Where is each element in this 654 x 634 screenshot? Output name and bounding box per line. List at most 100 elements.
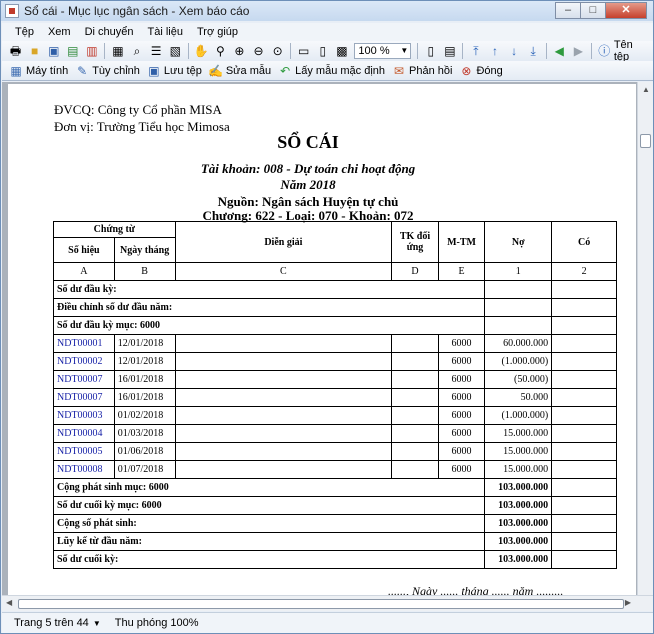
desc-cell: [174, 406, 393, 425]
chevron-down-icon[interactable]: ▼: [93, 619, 101, 628]
code-cell: 2: [551, 262, 617, 281]
edit-template-button[interactable]: ✍ Sửa mẫu: [206, 63, 271, 79]
save-icon[interactable]: ▣: [46, 43, 61, 59]
page-width-icon[interactable]: ▭: [296, 43, 311, 59]
page-setup-icon[interactable]: ▧: [168, 43, 183, 59]
voucher-link[interactable]: NDT00004: [53, 424, 115, 443]
separator: [104, 43, 106, 59]
whole-page-icon[interactable]: ▯: [315, 43, 330, 59]
desc-cell: [174, 352, 393, 371]
multi-page-icon[interactable]: ▩: [334, 43, 349, 59]
date-cell: 01/07/2018: [113, 460, 176, 479]
app-icon: [5, 4, 19, 18]
vertical-scroll-thumb[interactable]: [640, 134, 651, 148]
voucher-link[interactable]: NDT00003: [53, 406, 115, 425]
file-name-button[interactable]: ⓘ Tên tệp: [595, 39, 649, 63]
code-cell: D: [391, 262, 439, 281]
voucher-link[interactable]: NDT00007: [53, 388, 115, 407]
default-template-label: Lấy mẫu mặc định: [295, 64, 386, 77]
summary-debit: 103.000.000: [484, 478, 553, 497]
export-icon[interactable]: ▤: [65, 43, 80, 59]
voucher-link[interactable]: NDT00005: [53, 442, 115, 461]
feedback-button[interactable]: ✉ Phản hồi: [389, 63, 452, 79]
mtm-cell: 6000: [437, 352, 486, 371]
account-cell: [391, 352, 439, 371]
credit-cell: [551, 460, 617, 479]
zoom-page-icon[interactable]: ⊙: [270, 43, 285, 59]
dvcq-line: ĐVCQ: Công ty Cổ phần MISA: [54, 102, 222, 117]
next-page-icon[interactable]: ↓: [507, 43, 522, 59]
credit-cell: [551, 370, 617, 389]
summary-row: Cộng phát sinh mục: 6000 103.000.000: [52, 478, 617, 497]
empty-cell: [551, 298, 617, 317]
back-icon[interactable]: ◀: [552, 43, 567, 59]
open-folder-icon[interactable]: ■: [27, 43, 42, 59]
horizontal-scroll-thumb[interactable]: [18, 599, 624, 609]
menu-tep[interactable]: Tệp: [8, 26, 41, 38]
scroll-right-icon[interactable]: ▶: [625, 598, 631, 607]
two-page-icon[interactable]: ▤: [442, 43, 457, 59]
single-page-icon[interactable]: ▯: [423, 43, 438, 59]
account-cell: [391, 442, 439, 461]
credit-cell: [551, 388, 617, 407]
calculator-label: Máy tính: [26, 64, 69, 77]
voucher-link[interactable]: NDT00001: [53, 334, 115, 353]
print-icon[interactable]: 🖶: [8, 43, 23, 59]
window-controls: – □ ✕: [555, 2, 647, 19]
close-report-button[interactable]: ⊗ Đóng: [456, 63, 502, 79]
mtm-cell: 6000: [437, 388, 486, 407]
close-button[interactable]: ✕: [605, 2, 647, 19]
find-icon[interactable]: ⌕: [130, 43, 145, 59]
grid-view-icon[interactable]: ▦: [110, 43, 125, 59]
zoom-out-icon[interactable]: ⊖: [251, 43, 266, 59]
last-page-icon[interactable]: ⤓: [526, 43, 541, 59]
hand-tool-icon[interactable]: ✋: [194, 43, 209, 59]
minimize-button[interactable]: –: [555, 2, 581, 19]
calculator-button[interactable]: ▦ Máy tính: [6, 63, 68, 79]
save-file-button[interactable]: ▣ Lưu tệp: [144, 63, 202, 79]
zoom-in-icon[interactable]: ⊕: [232, 43, 247, 59]
magnifier-icon[interactable]: ⚲: [213, 43, 228, 59]
voucher-link[interactable]: NDT00007: [53, 370, 115, 389]
scroll-up-icon[interactable]: ▲: [638, 82, 653, 98]
credit-cell: [551, 514, 617, 533]
close-report-icon: ⊗: [461, 63, 472, 78]
pdf-icon[interactable]: ▥: [84, 43, 99, 59]
zoom-combo[interactable]: 100 % ▼: [354, 43, 412, 59]
menu-tro-giup[interactable]: Trợ giúp: [190, 26, 245, 38]
horizontal-scrollbar[interactable]: ◀ ▶: [2, 595, 653, 611]
forward-icon[interactable]: ▶: [571, 43, 586, 59]
summary-row: Cộng số phát sinh: 103.000.000: [52, 514, 617, 533]
zoom-indicator: Thu phóng 100%: [114, 617, 199, 629]
header-dien-giai: Diễn giải: [174, 221, 393, 263]
menu-tai-lieu[interactable]: Tài liệu: [141, 26, 190, 38]
code-cell: B: [113, 262, 176, 281]
table-row: NDT00001 12/01/2018 6000 60.000.000: [53, 334, 617, 353]
mtm-cell: 6000: [437, 334, 486, 353]
report-preview-area[interactable]: ĐVCQ: Công ty Cổ phần MISA Đơn vị: Trườn…: [2, 82, 653, 595]
account-cell: [391, 424, 439, 443]
previous-page-icon[interactable]: ↑: [487, 43, 502, 59]
page-indicator[interactable]: Trang 5 trên 44: [14, 617, 89, 629]
scroll-left-icon[interactable]: ◀: [6, 598, 12, 607]
table-row: NDT00003 01/02/2018 6000 (1.000.000): [53, 406, 617, 425]
customize-button[interactable]: ✎ Tùy chỉnh: [72, 63, 140, 79]
header-so-hieu: Số hiệu: [53, 237, 115, 263]
menu-di-chuyen[interactable]: Di chuyển: [78, 26, 141, 38]
bookmark-icon[interactable]: ☰: [149, 43, 164, 59]
debit-cell: (1.000.000): [484, 406, 553, 425]
menu-xem[interactable]: Xem: [41, 26, 78, 38]
default-template-button[interactable]: ↶ Lấy mẫu mặc định: [275, 63, 385, 79]
window-title: Sổ cái - Mục lục ngân sách - Xem báo cáo: [24, 4, 250, 18]
vertical-scrollbar[interactable]: ▲: [637, 82, 653, 595]
voucher-link[interactable]: NDT00008: [53, 460, 115, 479]
maximize-button[interactable]: □: [580, 2, 606, 19]
report-viewer-window: Sổ cái - Mục lục ngân sách - Xem báo cáo…: [0, 0, 654, 634]
table-row: NDT00004 01/03/2018 6000 15.000.000: [53, 424, 617, 443]
debit-cell: 15.000.000: [484, 442, 553, 461]
voucher-link[interactable]: NDT00002: [53, 352, 115, 371]
date-cell: 16/01/2018: [113, 370, 176, 389]
mtm-cell: 6000: [437, 370, 486, 389]
first-page-icon[interactable]: ⤒: [468, 43, 483, 59]
debit-cell: 15.000.000: [484, 460, 553, 479]
